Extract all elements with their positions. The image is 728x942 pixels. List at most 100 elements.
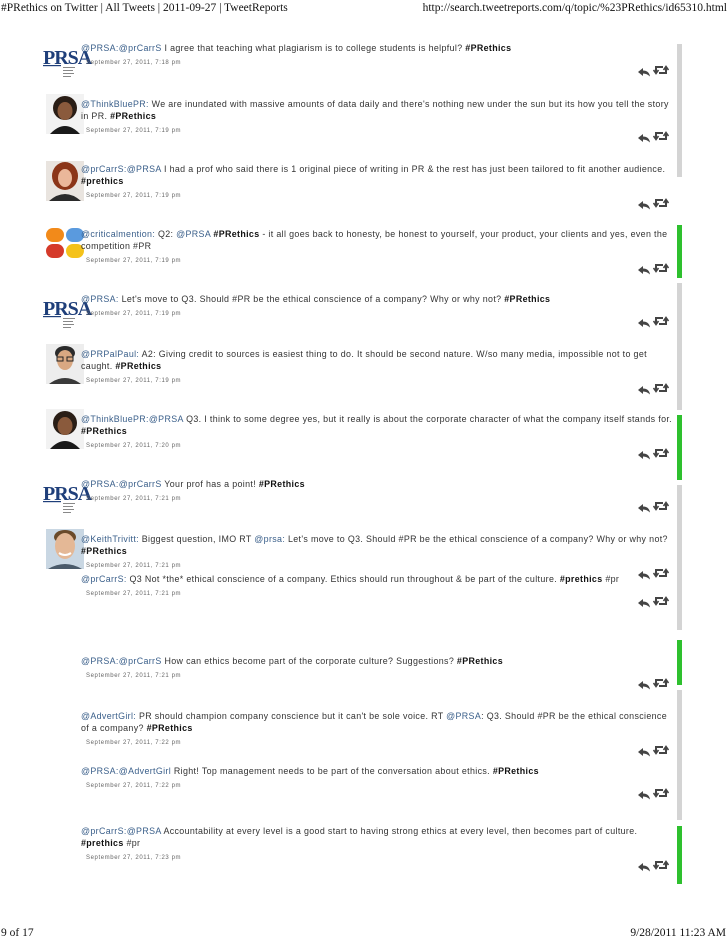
scrollbar-indicator-green: [677, 225, 682, 278]
tweet-timestamp[interactable]: September 27, 2011, 7:22 pm: [86, 740, 181, 746]
reply-icon[interactable]: [637, 130, 651, 143]
tweet-username[interactable]: @PRSA:: [81, 479, 119, 489]
hashtag[interactable]: #prethics: [81, 176, 124, 186]
tweet-text: @ThinkBluePR:@PRSA Q3. I think to some d…: [81, 413, 677, 437]
tweet-item: @ThinkBluePR:@PRSA Q3. I think to some d…: [0, 409, 728, 468]
mention-link[interactable]: @PRSA: [176, 229, 210, 239]
tweet-timestamp[interactable]: September 27, 2011, 7:22 pm: [86, 783, 181, 789]
scrollbar-indicator-green: [677, 415, 682, 480]
reply-icon[interactable]: [637, 197, 651, 210]
tweet-body-text: Q3. I think to some degree yes, but it r…: [183, 414, 672, 424]
tweet-username[interactable]: @PRPalPaul:: [81, 349, 139, 359]
tweet-body-text: Right! Top management needs to be part o…: [171, 766, 493, 776]
hashtag[interactable]: #PRethics: [81, 426, 127, 436]
tweet-body-text: #pr: [123, 838, 141, 848]
tweet-timestamp[interactable]: September 27, 2011, 7:18 pm: [86, 60, 181, 66]
hashtag[interactable]: #prethics: [560, 574, 603, 584]
retweet-icon[interactable]: [652, 858, 670, 870]
hashtag[interactable]: #PRethics: [213, 229, 259, 239]
retweet-icon[interactable]: [652, 381, 670, 393]
tweet-username[interactable]: @prCarrS:: [81, 574, 127, 584]
tweet-username[interactable]: @ThinkBluePR:: [81, 414, 149, 424]
tweet-text: @ThinkBluePR: We are inundated with mass…: [81, 98, 677, 122]
hashtag[interactable]: #PRethics: [147, 723, 193, 733]
retweet-icon[interactable]: [652, 786, 670, 798]
retweet-icon[interactable]: [652, 446, 670, 458]
retweet-icon[interactable]: [652, 743, 670, 755]
tweet-item: @criticalmention: Q2: @PRSA #PRethics - …: [0, 228, 728, 283]
tweet-timestamp[interactable]: September 27, 2011, 7:21 pm: [86, 563, 181, 569]
tweet-username[interactable]: @PRSA:: [81, 294, 119, 304]
tweet-username[interactable]: @PRSA:: [81, 43, 119, 53]
hashtag[interactable]: #PRethics: [457, 656, 503, 666]
reply-icon[interactable]: [637, 315, 651, 328]
mention-link[interactable]: @PRSA: [149, 414, 183, 424]
tweet-timestamp[interactable]: September 27, 2011, 7:19 pm: [86, 378, 181, 384]
hashtag[interactable]: #PRethics: [110, 111, 156, 121]
mention-link[interactable]: @prCarrS: [119, 479, 162, 489]
tweet-username[interactable]: @PRSA:: [81, 656, 119, 666]
tweet-timestamp[interactable]: September 27, 2011, 7:21 pm: [86, 496, 181, 502]
tweet-timestamp[interactable]: September 27, 2011, 7:19 pm: [86, 311, 181, 317]
tweet-username[interactable]: @AdvertGirl:: [81, 711, 136, 721]
tweet-text: @prCarrS:@PRSA I had a prof who said the…: [81, 163, 677, 187]
reply-icon[interactable]: [637, 64, 651, 77]
reply-icon[interactable]: [637, 382, 651, 395]
tweet-text: @PRSA:@prCarrS How can ethics become par…: [81, 655, 677, 667]
retweet-icon[interactable]: [652, 499, 670, 511]
tweet-username[interactable]: @PRSA:: [81, 766, 119, 776]
reply-icon[interactable]: [637, 744, 651, 757]
mention-link[interactable]: @PRSA: [127, 826, 161, 836]
mention-link[interactable]: @PRSA: [127, 164, 161, 174]
hashtag[interactable]: #PRethics: [81, 546, 127, 556]
retweet-icon[interactable]: [652, 63, 670, 75]
reply-icon[interactable]: [637, 262, 651, 275]
tweet-timestamp[interactable]: September 27, 2011, 7:20 pm: [86, 443, 181, 449]
reply-icon[interactable]: [637, 787, 651, 800]
tweet-username[interactable]: @prCarrS:: [81, 164, 127, 174]
tweet-item: @PRSA:@prCarrS How can ethics become par…: [0, 655, 728, 710]
mention-link[interactable]: @prsa:: [254, 534, 285, 544]
hashtag[interactable]: #PRethics: [504, 294, 550, 304]
tweet-timestamp[interactable]: September 27, 2011, 7:21 pm: [86, 673, 181, 679]
hashtag[interactable]: #PRethics: [259, 479, 305, 489]
tweet-text: @prCarrS:@PRSA Accountability at every l…: [81, 825, 677, 849]
reply-icon[interactable]: [637, 500, 651, 513]
tweet-text: @KeithTrivitt: Biggest question, IMO RT …: [81, 533, 677, 557]
mention-link[interactable]: @prCarrS: [119, 656, 162, 666]
tweet-text: @PRPalPaul: A2: Giving credit to sources…: [81, 348, 677, 372]
tweet-text: @PRSA:@AdvertGirl Right! Top management …: [81, 765, 677, 777]
tweet-username[interactable]: @prCarrS:: [81, 826, 127, 836]
tweet-body-text: Let's move to Q3. Should #PR be the ethi…: [118, 294, 505, 304]
retweet-icon[interactable]: [652, 196, 670, 208]
tweet-username[interactable]: @ThinkBluePR:: [81, 99, 149, 109]
tweet-username[interactable]: @KeithTrivitt:: [81, 534, 139, 544]
tweet-body-text: Q2:: [155, 229, 177, 239]
tweet-item: @PRSA:@AdvertGirl Right! Top management …: [0, 765, 728, 820]
tweet-body-text: Q3 Not *the* ethical conscience of a com…: [126, 574, 560, 584]
tweet-timestamp[interactable]: September 27, 2011, 7:23 pm: [86, 855, 181, 861]
reply-icon[interactable]: [637, 859, 651, 872]
retweet-icon[interactable]: [652, 594, 670, 606]
retweet-icon[interactable]: [652, 314, 670, 326]
tweet-timestamp[interactable]: September 27, 2011, 7:19 pm: [86, 128, 181, 134]
tweet-item: PRSA @PRSA:@prCarrS Your prof has a poin…: [0, 478, 728, 533]
hashtag[interactable]: #prethics: [81, 838, 124, 848]
retweet-icon[interactable]: [652, 129, 670, 141]
mention-link[interactable]: @PRSA: [446, 711, 481, 721]
hashtag[interactable]: #PRethics: [493, 766, 539, 776]
hashtag[interactable]: #PRethics: [465, 43, 511, 53]
tweet-username[interactable]: @criticalmention:: [81, 229, 155, 239]
retweet-icon[interactable]: [652, 261, 670, 273]
mention-link[interactable]: @AdvertGirl: [119, 766, 171, 776]
reply-icon[interactable]: [637, 447, 651, 460]
hashtag[interactable]: #PRethics: [115, 361, 161, 371]
tweet-item: @AdvertGirl: PR should champion company …: [0, 710, 728, 765]
reply-icon[interactable]: [637, 677, 651, 690]
retweet-icon[interactable]: [652, 676, 670, 688]
mention-link[interactable]: @prCarrS: [119, 43, 162, 53]
reply-icon[interactable]: [637, 595, 651, 608]
tweet-timestamp[interactable]: September 27, 2011, 7:19 pm: [86, 258, 181, 264]
tweet-timestamp[interactable]: September 27, 2011, 7:19 pm: [86, 193, 181, 199]
tweet-timestamp[interactable]: September 27, 2011, 7:21 pm: [86, 591, 181, 597]
